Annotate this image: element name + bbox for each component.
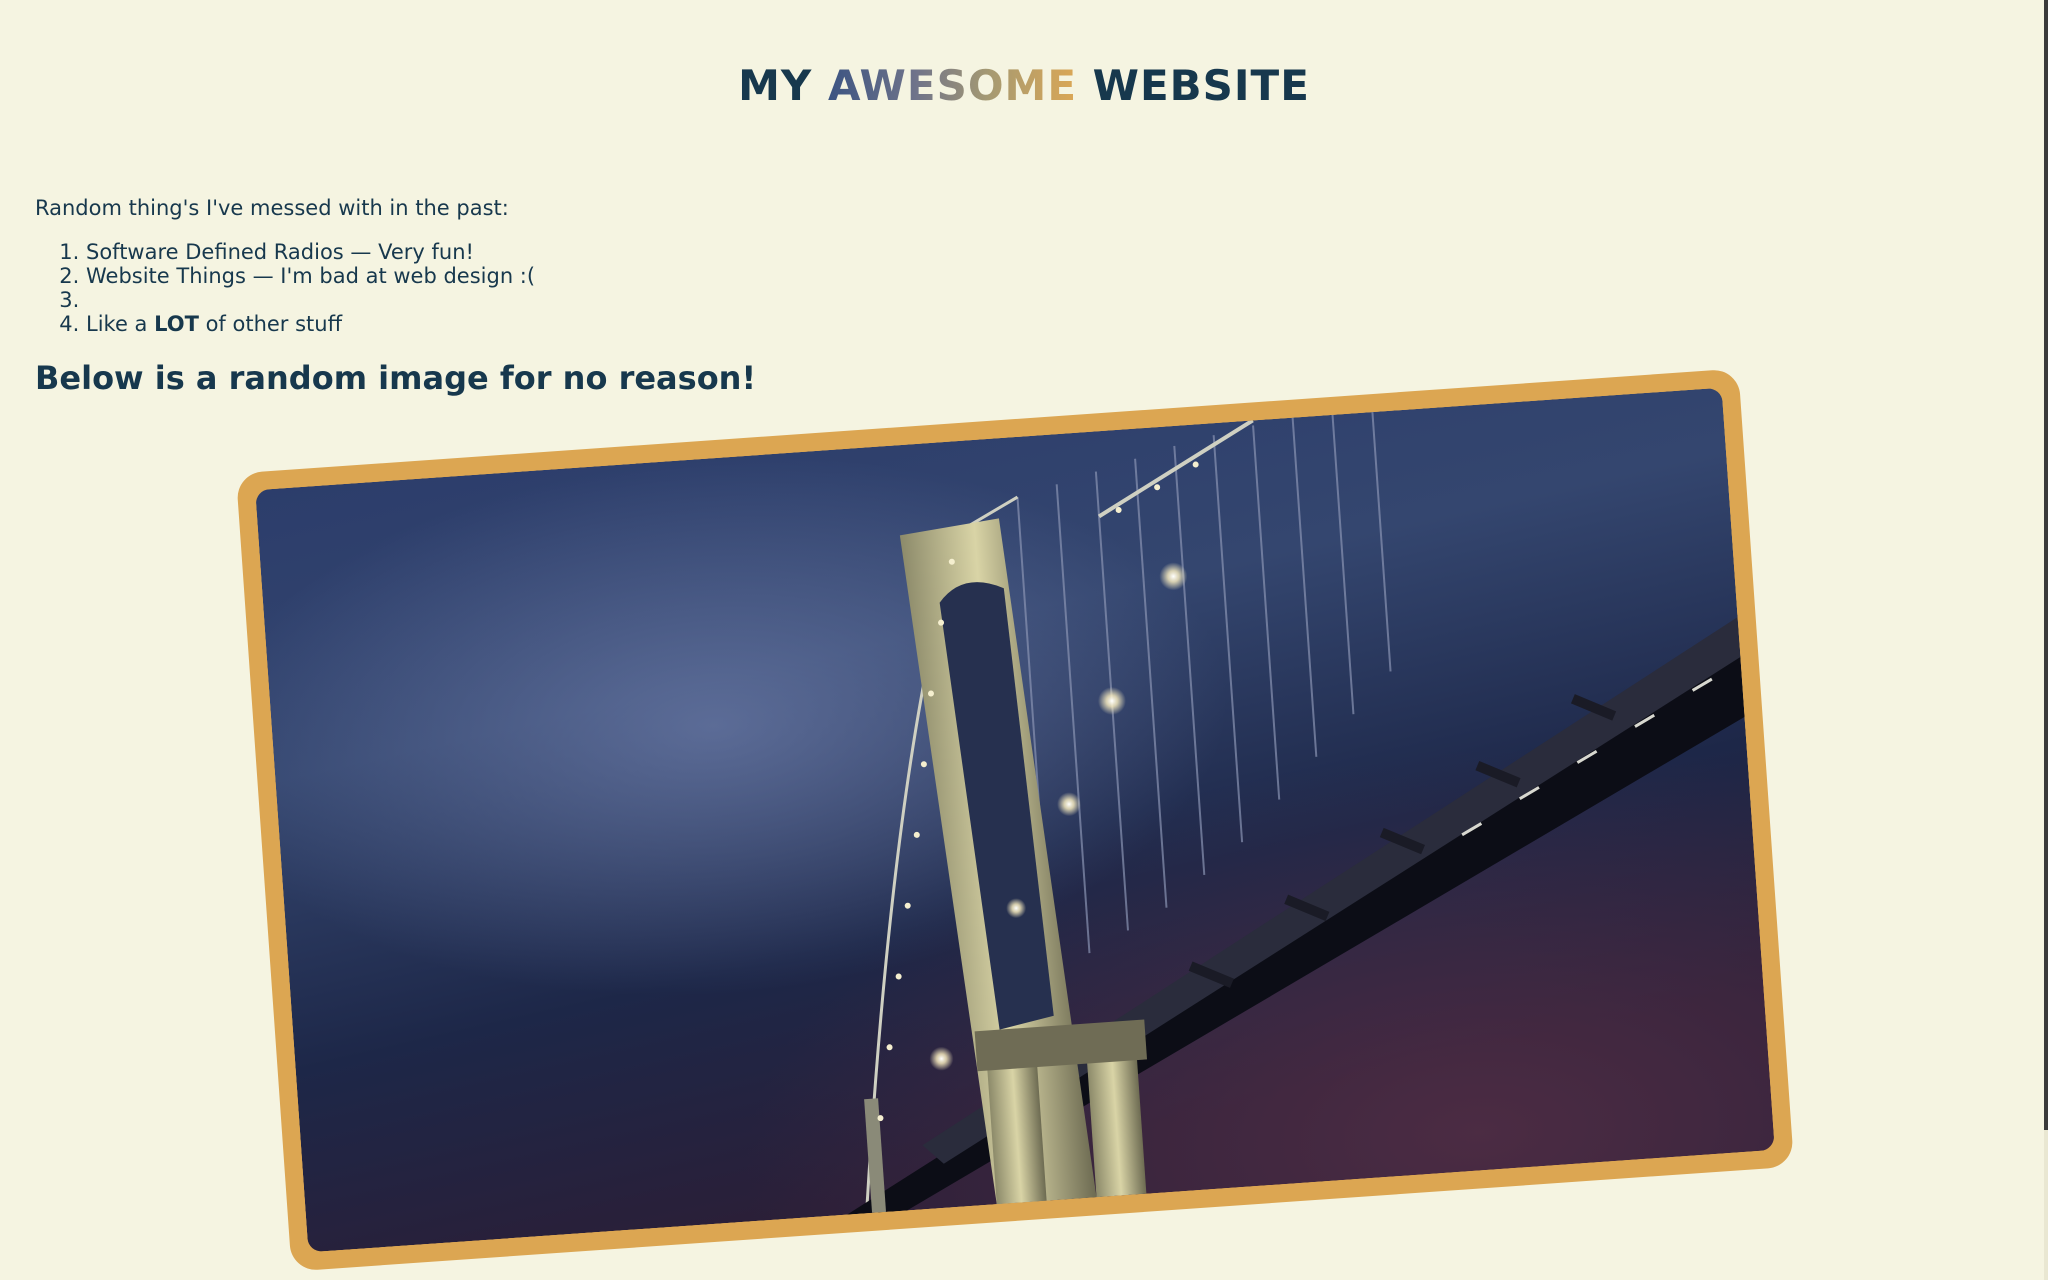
list-item bbox=[86, 288, 535, 312]
site-title-awesome: AWESOME bbox=[827, 61, 1078, 110]
list-item-text-before: Like a bbox=[86, 312, 155, 336]
site-title-website: WEBSITE bbox=[1092, 61, 1310, 110]
site-title-my: MY bbox=[738, 61, 813, 110]
image-heading: Below is a random image for no reason! bbox=[35, 359, 757, 397]
site-title: MY AWESOME WEBSITE bbox=[0, 58, 2048, 114]
scrollbar-thumb[interactable] bbox=[2044, 0, 2048, 1130]
things-list: Software Defined Radios — Very fun! Webs… bbox=[58, 240, 535, 336]
list-item-bold: LOT bbox=[154, 312, 199, 336]
list-item-text-after: of other stuff bbox=[198, 312, 343, 336]
list-item-text: Software Defined Radios — Very fun! bbox=[86, 240, 474, 264]
list-item: Software Defined Radios — Very fun! bbox=[86, 240, 535, 264]
bridge-photo bbox=[255, 387, 1775, 1253]
list-item-text: Website Things — I'm bad at web design :… bbox=[86, 264, 536, 288]
intro-text: Random thing's I've messed with in the p… bbox=[35, 196, 509, 220]
list-item: Like a LOT of other stuff bbox=[86, 312, 535, 336]
photo-frame bbox=[235, 368, 1795, 1272]
list-item: Website Things — I'm bad at web design :… bbox=[86, 264, 535, 288]
bridge-image bbox=[255, 387, 1775, 1253]
scrollbar[interactable] bbox=[2044, 0, 2048, 1280]
